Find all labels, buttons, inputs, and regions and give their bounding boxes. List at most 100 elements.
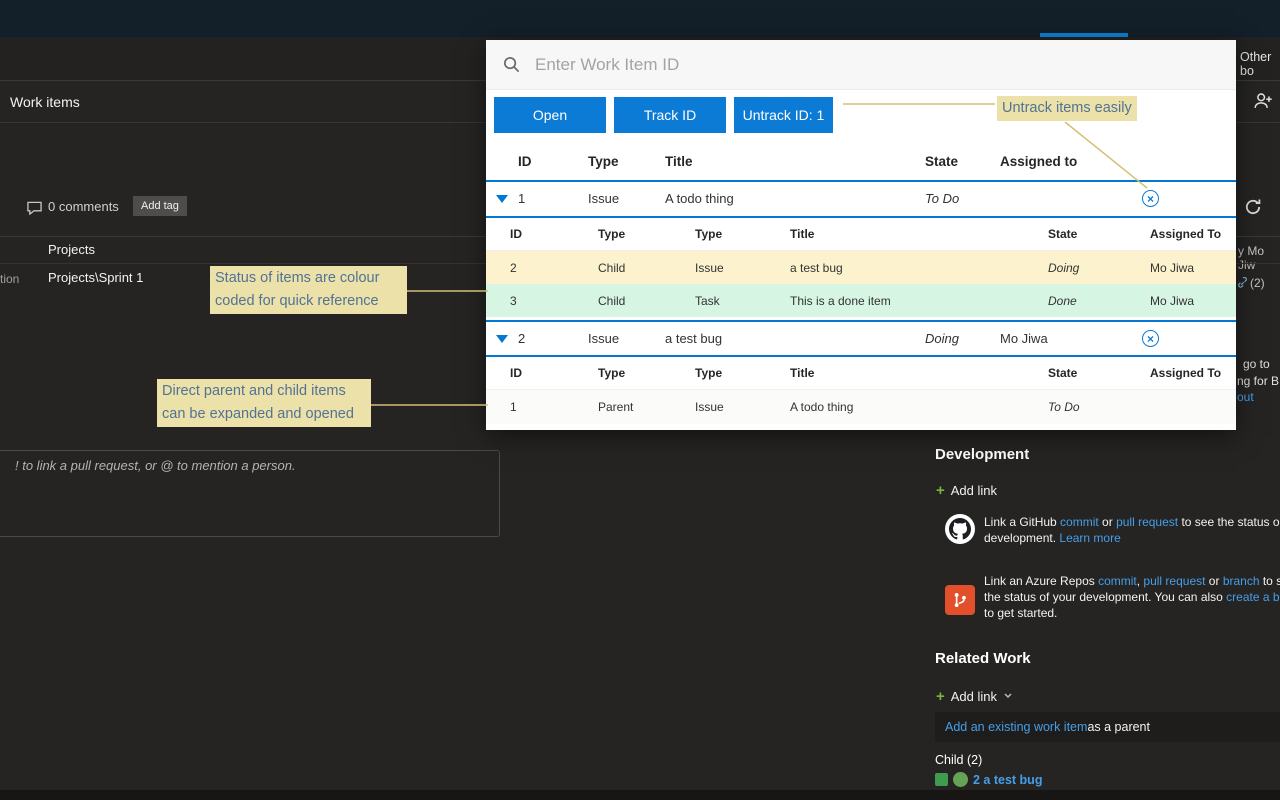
related-work-section-title: Related Work: [935, 650, 1031, 667]
cell-state: Doing: [1048, 260, 1080, 275]
expand-caret-icon[interactable]: [486, 194, 518, 203]
sub-col-id: ID: [510, 227, 522, 241]
tracked-item-row[interactable]: 2 Issue a test bug Doing Mo Jiwa ×: [486, 322, 1236, 355]
az-text: the status of your development. You can …: [984, 590, 1227, 604]
comments-count[interactable]: 0 comments: [48, 199, 119, 214]
az-commit-link[interactable]: commit: [1098, 574, 1137, 588]
gh-text: to see the status o: [1178, 515, 1280, 529]
github-link-description: Link a GitHub commit or pull request to …: [984, 514, 1280, 546]
work-item-id-input[interactable]: [535, 54, 1236, 75]
cell-title: a test bug: [790, 260, 843, 275]
gh-text: or: [1098, 515, 1117, 529]
discussion-input[interactable]: ! to link a pull request, or @ to mentio…: [0, 450, 500, 537]
col-header-type: Type: [588, 153, 619, 169]
cut-text-2: ng for B: [1237, 374, 1280, 388]
related-work-add-link[interactable]: + Add link: [936, 687, 1013, 705]
cell-id: 1: [510, 400, 517, 414]
sub-col-title: Title: [790, 366, 815, 380]
iteration-field-value[interactable]: Projects\Sprint 1: [48, 270, 143, 285]
az-text: or: [1205, 574, 1223, 588]
cell-state: To Do: [925, 191, 960, 206]
az-text: to s: [1259, 574, 1280, 588]
cell-assigned: Mo Jiwa: [1000, 331, 1048, 346]
cell-title: A todo thing: [790, 400, 854, 414]
area-field-value[interactable]: Projects: [48, 242, 95, 257]
cell-id: 2: [510, 260, 517, 275]
add-person-icon[interactable]: [1252, 90, 1274, 117]
open-button[interactable]: Open: [494, 97, 606, 133]
azure-repos-link-description: Link an Azure Repos commit, pull request…: [984, 573, 1280, 621]
annotation-status-colours: Status of items are colour coded for qui…: [210, 266, 407, 314]
discussion-placeholder: ! to link a pull request, or @ to mentio…: [15, 458, 296, 473]
untrack-icon[interactable]: ×: [1142, 190, 1159, 207]
untrack-id-button[interactable]: Untrack ID: 1: [734, 97, 833, 133]
add-link-label: Add link: [950, 483, 998, 498]
breadcrumb-work-items[interactable]: Work items: [10, 94, 80, 110]
track-id-button[interactable]: Track ID: [614, 97, 726, 133]
work-item-type-icon: [935, 773, 948, 786]
bottom-bar: [0, 790, 1280, 800]
az-text: Link an Azure Repos: [984, 574, 1099, 588]
untrack-icon[interactable]: ×: [1142, 330, 1159, 347]
cell-rel: Parent: [598, 400, 634, 414]
comment-icon: [26, 200, 43, 220]
sub-col-type: Type: [695, 366, 723, 380]
col-header-title: Title: [665, 153, 693, 169]
cell-assigned: Mo Jiwa: [1150, 293, 1195, 308]
annotation-untrack: Untrack items easily: [997, 96, 1137, 121]
link-count: (2): [1250, 276, 1265, 290]
add-link-label: Add link: [950, 688, 998, 704]
child-group-label: Child (2): [935, 753, 983, 767]
add-existing-link[interactable]: Add an existing work item: [945, 720, 1087, 734]
sub-col-title: Title: [790, 227, 815, 241]
sub-col-state: State: [1048, 366, 1078, 380]
related-item-row[interactable]: 1 Parent Issue A todo thing To Do: [486, 390, 1236, 424]
child-work-item-link[interactable]: 2 a test bug: [973, 773, 1042, 787]
cut-text-link[interactable]: out: [1237, 390, 1254, 404]
col-header-id: ID: [518, 153, 532, 169]
cell-type: Issue: [695, 260, 724, 275]
add-tag-button[interactable]: Add tag: [133, 196, 187, 216]
child-work-item-row[interactable]: 2 a test bug: [935, 772, 1042, 787]
tracked-item-row[interactable]: 1 Issue A todo thing To Do ×: [486, 182, 1236, 215]
sub-col-rel: Type: [598, 227, 626, 241]
sub-col-state: State: [1048, 227, 1078, 241]
expand-caret-icon[interactable]: [486, 334, 518, 343]
cell-state: Doing: [925, 331, 959, 346]
cell-title: A todo thing: [665, 191, 734, 206]
gh-learn-more-link[interactable]: Learn more: [1059, 531, 1120, 545]
az-text: to get started.: [984, 606, 1058, 620]
cell-rel: Child: [598, 293, 626, 308]
cell-type: Issue: [588, 331, 620, 346]
az-create-branch-link[interactable]: create a b: [1226, 590, 1279, 604]
sub-col-type: Type: [695, 227, 723, 241]
az-pr-link[interactable]: pull request: [1143, 574, 1205, 588]
cell-rel: Child: [598, 260, 626, 275]
search-icon: [502, 55, 521, 74]
results-header-row: ID Type Title State Assigned to: [486, 143, 1236, 179]
development-add-link[interactable]: + Add link: [936, 483, 997, 498]
cell-state: Done: [1048, 293, 1077, 308]
add-existing-work-item-row[interactable]: Add an existing work item as a parent: [935, 712, 1280, 742]
assigned-by-cut-text: y Mo Jiw: [1238, 244, 1265, 272]
azure-repos-icon: [945, 585, 975, 615]
related-item-row[interactable]: 2 Child Issue a test bug Doing Mo Jiwa: [486, 251, 1236, 284]
cell-title: a test bug: [665, 331, 723, 346]
development-section-title: Development: [935, 446, 1030, 463]
cell-type: Issue: [588, 191, 620, 206]
gh-commit-link[interactable]: commit: [1060, 515, 1099, 529]
cell-assigned: Mo Jiwa: [1150, 260, 1195, 275]
other-boards-label[interactable]: Other bo: [1240, 50, 1280, 78]
refresh-icon[interactable]: [1244, 198, 1262, 221]
sub-header-row: ID Type Type Title State Assigned To: [486, 357, 1236, 390]
iteration-label-cut: tion: [0, 272, 20, 286]
sub-col-assigned: Assigned To: [1150, 227, 1222, 241]
plus-icon: +: [936, 687, 945, 705]
gh-pr-link[interactable]: pull request: [1116, 515, 1178, 529]
col-header-state: State: [925, 153, 959, 169]
sub-col-id: ID: [510, 366, 522, 380]
az-branch-link[interactable]: branch: [1223, 574, 1260, 588]
cell-type: Task: [695, 293, 720, 308]
related-item-row[interactable]: 3 Child Task This is a done item Done Mo…: [486, 284, 1236, 317]
avatar: [953, 772, 968, 787]
